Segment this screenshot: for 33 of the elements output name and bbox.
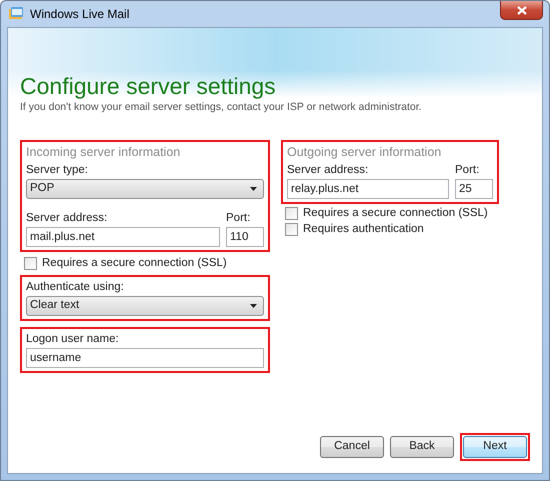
server-address-field[interactable]: relay.plus.net xyxy=(287,179,449,199)
checkbox-label: Requires a secure connection (SSL) xyxy=(303,206,488,221)
checkbox-label: Requires authentication xyxy=(303,222,424,237)
field-label: Server type: xyxy=(26,163,89,178)
page-heading: Configure server settings xyxy=(20,72,277,100)
checkbox[interactable] xyxy=(24,256,37,270)
field-label: Port: xyxy=(226,211,252,226)
checkbox[interactable] xyxy=(285,206,298,220)
checkbox-label: Requires a secure connection (SSL) xyxy=(42,256,227,271)
port-field[interactable]: 25 xyxy=(455,179,493,199)
server-address-field[interactable]: mail.plus.net xyxy=(26,227,220,247)
field-label: Server address: xyxy=(287,163,370,178)
caret-icon xyxy=(250,304,257,308)
checkbox[interactable] xyxy=(285,222,298,236)
field-label: Port: xyxy=(455,163,480,178)
dialog-button[interactable]: Next xyxy=(463,436,527,458)
mail-app-icon xyxy=(8,6,24,22)
section-title: Incoming server information xyxy=(26,144,182,161)
dialog-button[interactable]: Back xyxy=(390,436,454,458)
authentication-dropdown[interactable]: Clear text xyxy=(26,296,264,316)
username-field[interactable]: username xyxy=(26,348,264,368)
instruction-text: If you don't know your email server settings, contact your ISP or network administrator. xyxy=(20,100,423,114)
window-title: Windows Live Mail xyxy=(30,6,130,23)
field-label: Server address: xyxy=(26,211,108,226)
section-title: Outgoing server information xyxy=(287,144,442,161)
close-button[interactable] xyxy=(500,1,543,20)
field-label: Authenticate using: xyxy=(26,280,125,295)
port-field[interactable]: 110 xyxy=(226,227,264,247)
close-icon xyxy=(516,6,526,14)
dialog-button[interactable]: Cancel xyxy=(320,436,384,458)
field-label: Logon user name: xyxy=(26,332,120,347)
server-type-dropdown[interactable]: POP xyxy=(26,179,264,199)
caret-icon xyxy=(250,187,257,191)
